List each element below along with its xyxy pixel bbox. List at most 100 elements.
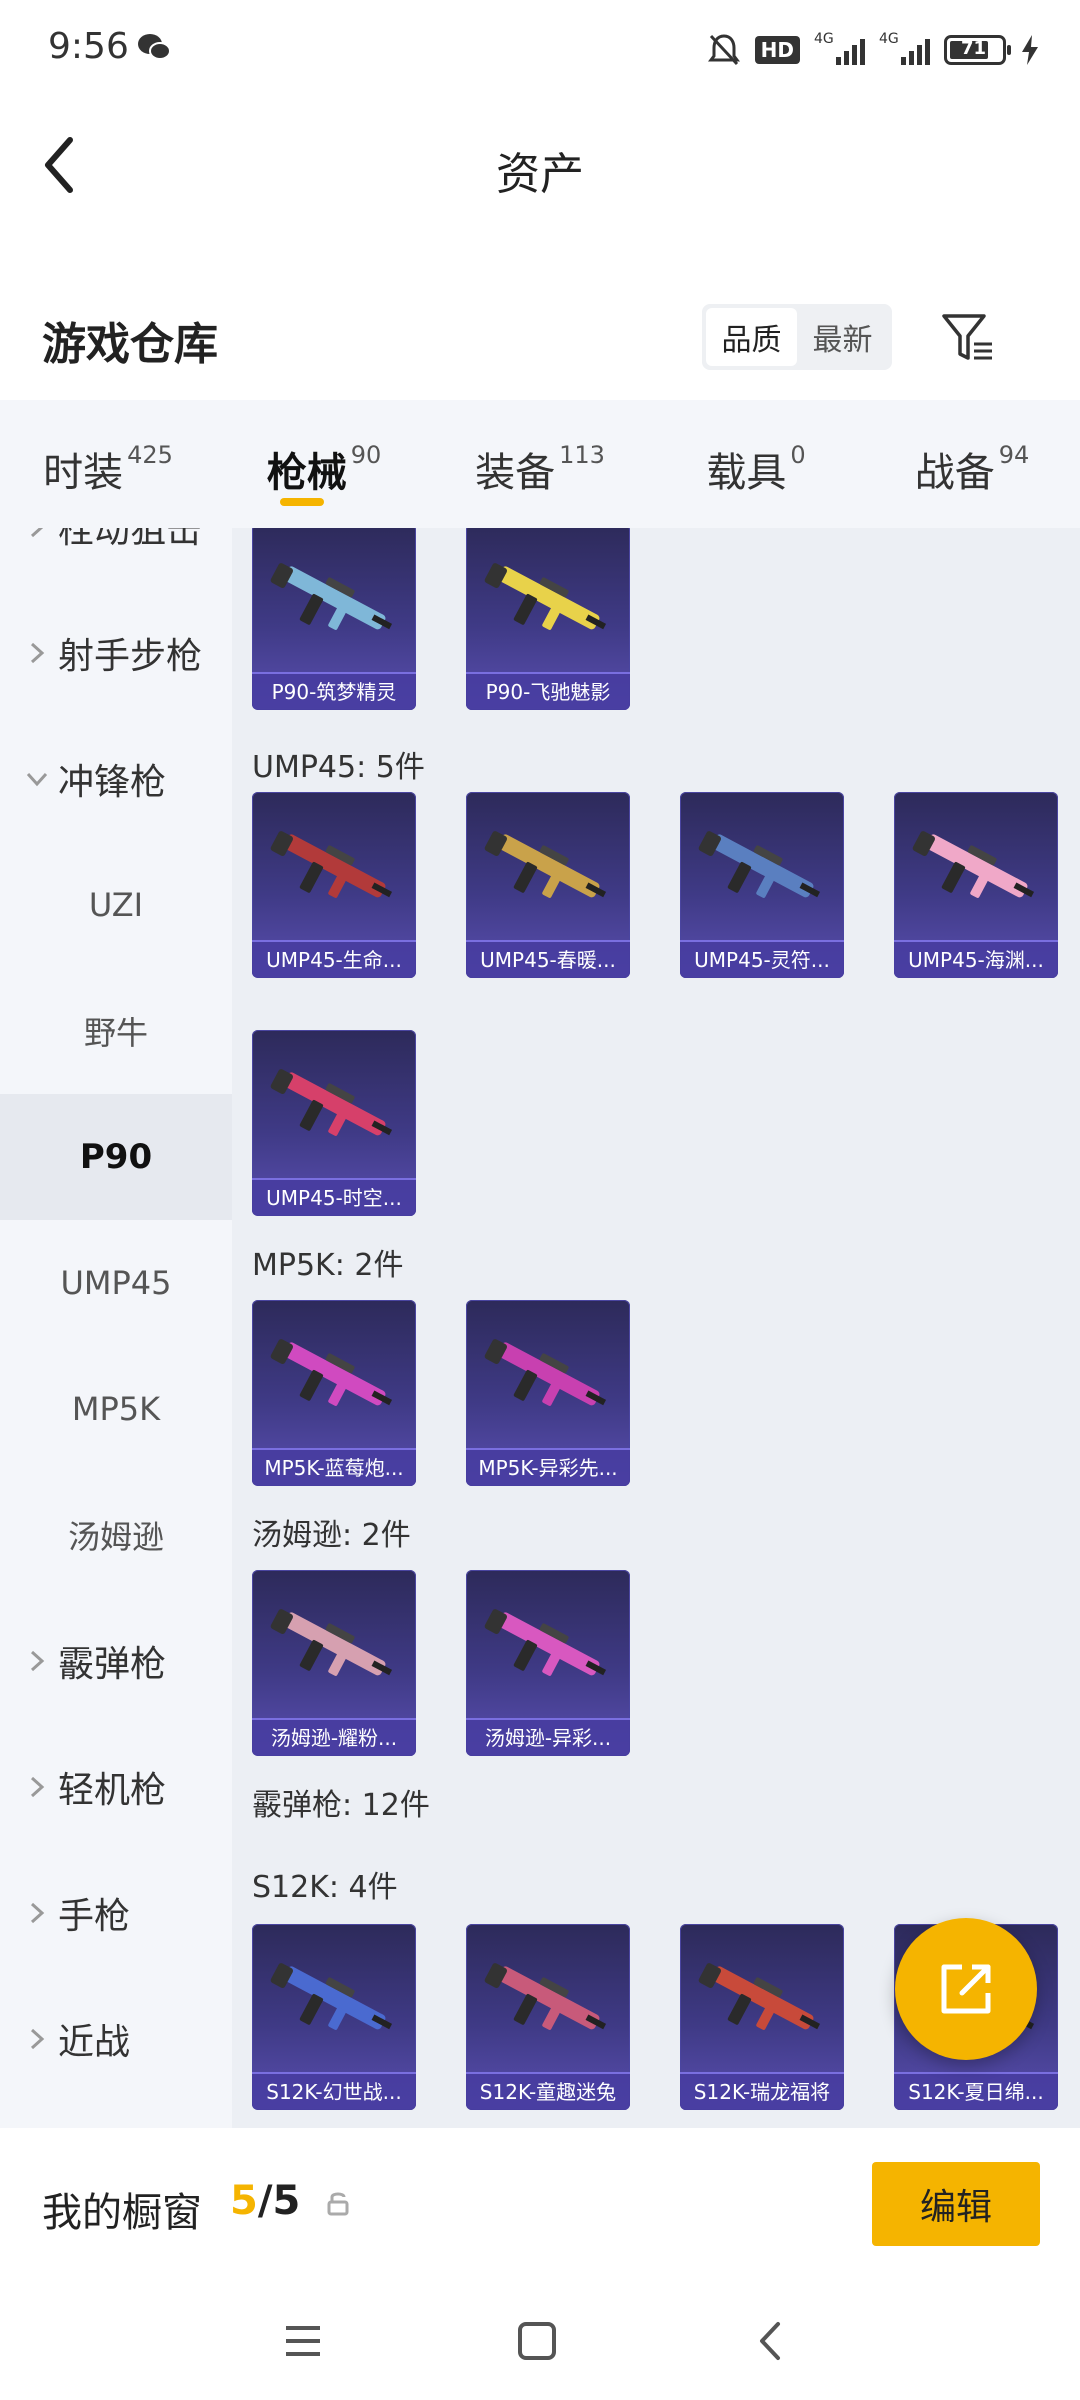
back-nav-icon[interactable] [746, 2316, 796, 2366]
group-label: S12K: 4件 [252, 1870, 398, 1905]
home-icon[interactable] [512, 2316, 562, 2366]
gun-icon [698, 831, 821, 898]
tab-count: 425 [127, 441, 173, 469]
battery-level: 71 [961, 38, 987, 59]
signal-icon: 4G [814, 31, 865, 65]
weapon-skin-card[interactable]: S12K-瑞龙福将 [680, 1924, 844, 2110]
chevron-right-icon [30, 2028, 45, 2050]
status-bar: 9:56 HD 4G 4G 71 [0, 0, 1080, 100]
charging-icon [1022, 35, 1038, 65]
sidebar-category[interactable]: 近战 [0, 1976, 232, 2102]
weapon-skin-name: 汤姆逊-异彩... [466, 1718, 630, 1756]
sidebar-item-label: 野牛 [83, 1014, 148, 1052]
showcase-bar: 我的橱窗 5/5 编辑 [0, 2128, 1080, 2278]
weapon-skin-card[interactable]: UMP45-海渊... [894, 792, 1058, 978]
sidebar-category[interactable]: 冲锋枪 [0, 716, 232, 842]
weapon-skin-card[interactable]: S12K-童趣迷兔 [466, 1924, 630, 2110]
share-external-icon [941, 1964, 991, 2014]
sidebar-item-label: MP5K [71, 1390, 161, 1428]
chevron-right-icon [30, 1776, 45, 1798]
sort-latest-button[interactable]: 最新 [797, 308, 888, 366]
weapon-skin-card[interactable]: 汤姆逊-耀粉... [252, 1570, 416, 1756]
tab-vehicles[interactable]: 载具 0 [648, 400, 864, 528]
weapon-skin-card[interactable]: 汤姆逊-异彩... [466, 1570, 630, 1756]
showcase-total: 5 [272, 2178, 301, 2224]
gun-icon [270, 831, 393, 898]
gun-icon [484, 1963, 607, 2030]
sort-quality-button[interactable]: 品质 [706, 308, 797, 366]
sidebar-item-label: 汤姆逊 [67, 1518, 164, 1556]
weapon-type-sidebar: 栓动狙击射手步枪 冲锋枪 UZI 野牛 P90 UMP45 MP5K 汤姆逊霰弹枪轻机枪手枪近… [0, 528, 232, 2128]
weapon-skin-card[interactable]: MP5K-蓝莓炮... [252, 1300, 416, 1486]
sidebar-item-label: P90 [79, 1137, 153, 1177]
sidebar-subitem[interactable]: 野牛 [0, 968, 232, 1094]
sidebar-item-label: 栓动狙击 [58, 528, 203, 551]
weapon-skin-name: UMP45-生命... [252, 940, 416, 978]
sidebar-subitem[interactable]: UMP45 [0, 1220, 232, 1346]
gun-icon [270, 1963, 393, 2030]
wechat-icon [138, 34, 171, 60]
weapon-skin-name: MP5K-蓝莓炮... [252, 1448, 416, 1486]
sidebar-subitem[interactable]: P90 [0, 1094, 232, 1220]
gun-icon [698, 1963, 821, 2030]
sidebar-item-label: UZI [88, 886, 144, 924]
sort-toggle: 品质 最新 [702, 304, 892, 370]
sidebar-subitem[interactable]: UZI [0, 842, 232, 968]
chevron-right-icon [30, 528, 44, 538]
chevron-right-icon [30, 1902, 45, 1924]
tab-firearms[interactable]: 枪械 90 [216, 400, 432, 528]
sidebar-item-label: UMP45 [60, 1264, 172, 1302]
weapon-skin-name: S12K-瑞龙福将 [680, 2072, 844, 2110]
signal-label: 4G [814, 31, 834, 47]
sidebar-item-label: 霰弹枪 [58, 1644, 167, 1685]
tab-count: 94 [998, 441, 1030, 469]
signal-label: 4G [879, 31, 899, 47]
tab-label: 时装 [43, 450, 124, 496]
gun-icon [912, 831, 1035, 898]
weapon-skin-card[interactable]: P90-筑梦精灵 [252, 528, 416, 710]
group-label: MP5K: 2件 [252, 1248, 404, 1283]
page-title: 资产 [496, 149, 584, 200]
sidebar-subitem[interactable]: MP5K [0, 1346, 232, 1472]
weapon-skin-name: UMP45-海渊... [894, 940, 1058, 978]
filter-icon[interactable] [940, 310, 996, 366]
sidebar-category[interactable]: 手枪 [0, 1850, 232, 1976]
gun-icon [484, 563, 607, 630]
status-time: 9:56 [48, 26, 129, 67]
sidebar-category[interactable]: 射手步枪 [0, 590, 232, 716]
share-fab-button[interactable] [895, 1918, 1037, 2060]
app-root: 9:56 HD 4G 4G 71 资产 游戏仓库 品质 最新 时装 425 枪械… [0, 0, 1080, 2400]
weapon-skin-card[interactable]: MP5K-异彩先... [466, 1300, 630, 1486]
weapon-skin-name: S12K-童趣迷兔 [466, 2072, 630, 2110]
chevron-right-icon [30, 642, 45, 664]
tab-fashion[interactable]: 时装 425 [0, 400, 216, 528]
tab-label: 载具 [706, 450, 787, 496]
sidebar-category[interactable]: 栓动狙击 [0, 528, 232, 590]
tab-count: 0 [790, 441, 806, 469]
mute-bell-icon [707, 34, 740, 66]
gun-icon [270, 1069, 393, 1136]
sidebar-item-label: 轻机枪 [58, 1770, 167, 1811]
weapon-skin-card[interactable]: P90-飞驰魅影 [466, 528, 630, 710]
sidebar-category[interactable]: 轻机枪 [0, 1724, 232, 1850]
edit-showcase-button[interactable]: 编辑 [872, 2162, 1040, 2246]
weapon-skin-card[interactable]: UMP45-春暖... [466, 792, 630, 978]
group-label: UMP45: 5件 [252, 750, 425, 785]
tab-count: 113 [559, 441, 605, 469]
tab-label: 战备 [914, 450, 995, 496]
tab-label: 装备 [475, 450, 556, 496]
tab-equipment[interactable]: 装备 113 [432, 400, 648, 528]
weapon-skin-grid: P90-筑梦精灵 P90-飞驰魅影 UMP45: 5件 UMP45-生命... UMP4… [232, 528, 1080, 2128]
tab-active-indicator [280, 498, 324, 506]
weapon-skin-card[interactable]: UMP45-时空... [252, 1030, 416, 1216]
tab-supplies[interactable]: 战备 94 [864, 400, 1080, 528]
sidebar-category[interactable]: 霰弹枪 [0, 1598, 232, 1724]
weapon-skin-card[interactable]: UMP45-灵符... [680, 792, 844, 978]
sidebar-subitem[interactable]: 汤姆逊 [0, 1472, 232, 1598]
weapon-skin-name: P90-筑梦精灵 [252, 672, 416, 710]
weapon-skin-card[interactable]: S12K-幻世战... [252, 1924, 416, 2110]
menu-icon[interactable] [278, 2316, 328, 2366]
weapon-skin-card[interactable]: UMP45-生命... [252, 792, 416, 978]
gun-icon [270, 563, 393, 630]
chevron-right-icon [30, 1650, 45, 1672]
